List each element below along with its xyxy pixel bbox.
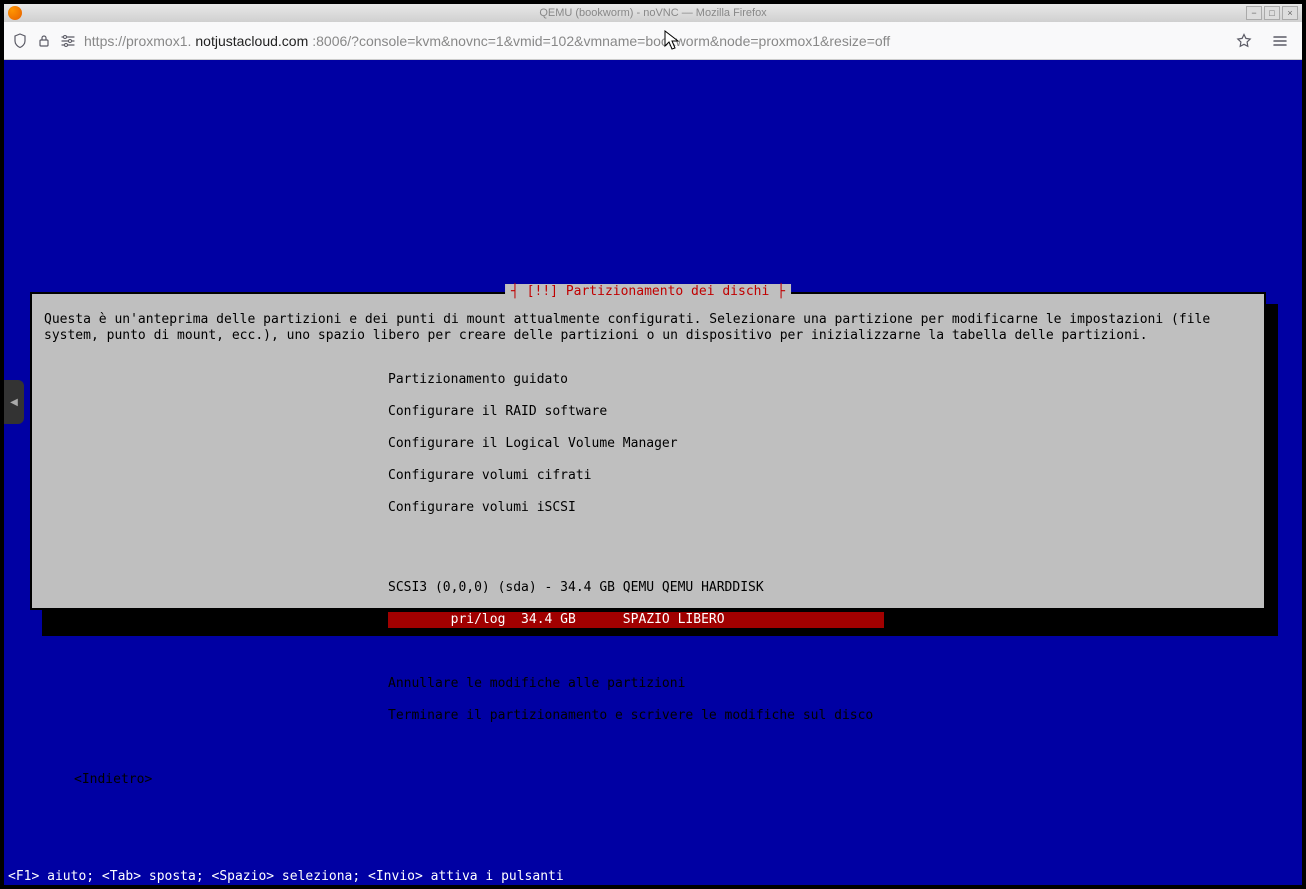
- bookmark-star-icon[interactable]: [1230, 27, 1258, 55]
- free-space-row[interactable]: pri/log 34.4 GB SPAZIO LIBERO: [388, 612, 884, 628]
- titlebar-left: [8, 6, 22, 20]
- dialog-title: ┤ [!!] Partizionamento dei dischi ├: [505, 284, 791, 300]
- titlebar: QEMU (bookworm) - noVNC — Mozilla Firefo…: [4, 4, 1302, 22]
- menu-guided-partitioning[interactable]: Partizionamento guidato: [388, 372, 1252, 388]
- minimize-button[interactable]: −: [1246, 6, 1262, 20]
- window-frame: QEMU (bookworm) - noVNC — Mozilla Firefo…: [0, 0, 1306, 889]
- status-bar: <F1> aiuto; <Tab> sposta; <Spazio> selez…: [4, 867, 1302, 885]
- menu-encrypted-volumes[interactable]: Configurare volumi cifrati: [388, 468, 1252, 484]
- novnc-side-tab[interactable]: ◀: [4, 380, 24, 424]
- url-domain: notjustacloud.com: [195, 33, 308, 49]
- permissions-icon[interactable]: [60, 33, 76, 49]
- bottom-actions: Annullare le modifiche alle partizioni T…: [388, 660, 1252, 756]
- back-button[interactable]: <Indietro>: [74, 772, 1252, 788]
- finish-partitioning[interactable]: Terminare il partizionamento e scrivere …: [388, 708, 1252, 724]
- disk-header[interactable]: SCSI3 (0,0,0) (sda) - 34.4 GB QEMU QEMU …: [388, 580, 1252, 596]
- disk-section: SCSI3 (0,0,0) (sda) - 34.4 GB QEMU QEMU …: [388, 564, 1252, 644]
- window-controls: − □ ×: [1246, 6, 1298, 20]
- dialog-description: Questa è un'anteprima delle partizioni e…: [44, 312, 1252, 344]
- partition-dialog: ┤ [!!] Partizionamento dei dischi ├ Ques…: [30, 292, 1266, 610]
- shield-icon[interactable]: [12, 33, 28, 49]
- hamburger-menu-icon[interactable]: [1266, 27, 1294, 55]
- browser-toolbar: https://proxmox1.notjustacloud.com:8006/…: [4, 22, 1302, 60]
- partition-menu: Partizionamento guidato Configurare il R…: [388, 356, 1252, 548]
- window-title: QEMU (bookworm) - noVNC — Mozilla Firefo…: [539, 7, 766, 19]
- url-prefix: https://proxmox1.: [84, 33, 191, 49]
- firefox-icon: [8, 6, 22, 20]
- lock-icon[interactable]: [36, 33, 52, 49]
- menu-iscsi[interactable]: Configurare volumi iSCSI: [388, 500, 1252, 516]
- url-bar[interactable]: https://proxmox1.notjustacloud.com:8006/…: [84, 33, 1222, 49]
- vnc-console[interactable]: ◀ ┤ [!!] Partizionamento dei dischi ├ Qu…: [4, 60, 1302, 885]
- undo-changes[interactable]: Annullare le modifiche alle partizioni: [388, 676, 1252, 692]
- url-suffix: :8006/?console=kvm&novnc=1&vmid=102&vmna…: [312, 33, 890, 49]
- chevron-left-icon: ◀: [10, 397, 18, 408]
- menu-lvm[interactable]: Configurare il Logical Volume Manager: [388, 436, 1252, 452]
- maximize-button[interactable]: □: [1264, 6, 1280, 20]
- menu-raid[interactable]: Configurare il RAID software: [388, 404, 1252, 420]
- close-button[interactable]: ×: [1282, 6, 1298, 20]
